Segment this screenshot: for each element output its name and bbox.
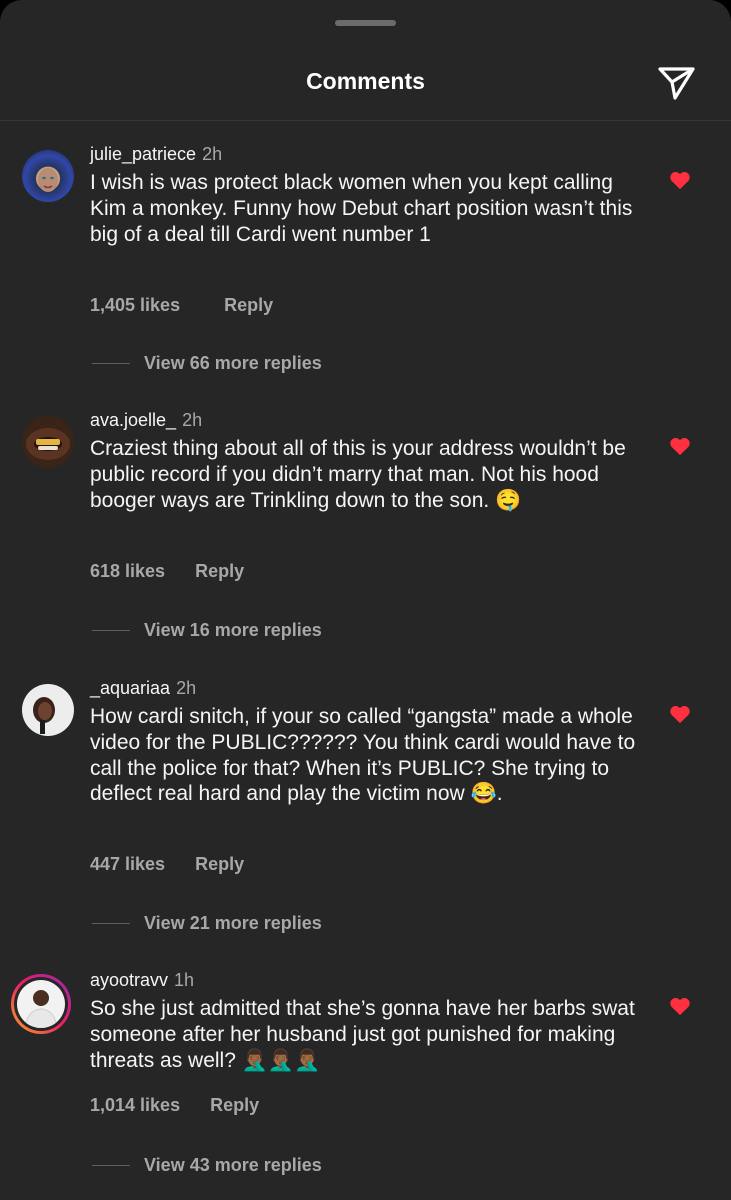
heart-icon[interactable] — [669, 704, 691, 724]
comment-emoji: 😂 — [470, 782, 497, 806]
avatar[interactable] — [11, 974, 71, 1034]
sheet-drag-handle[interactable] — [335, 20, 396, 26]
divider-line — [92, 923, 130, 924]
page-title: Comments — [306, 68, 425, 94]
comment-body: Craziest thing about all of this is your… — [90, 437, 626, 512]
view-replies-label: View 21 more replies — [144, 913, 322, 933]
comments-sheet: Comments julie_patriece 2h I wish is was … — [0, 0, 731, 1200]
comment-username[interactable]: ayootravv — [90, 970, 168, 990]
divider-line — [92, 630, 130, 631]
comment-time: 1h — [174, 970, 195, 990]
view-replies-button[interactable]: View 66 more replies — [92, 353, 322, 374]
view-replies-button[interactable]: View 16 more replies — [92, 620, 322, 641]
avatar[interactable] — [22, 416, 74, 468]
comment-text: How cardi snitch, if your so called “gan… — [90, 704, 645, 807]
avatar-image — [33, 697, 55, 734]
comment-time: 2h — [182, 410, 203, 430]
comment-username[interactable]: julie_patriece — [90, 144, 196, 164]
avatar-photo — [17, 980, 65, 1028]
view-replies-label: View 16 more replies — [144, 620, 322, 640]
reply-button[interactable]: Reply — [210, 1095, 259, 1115]
like-count[interactable]: 618 likes — [90, 561, 165, 581]
like-count[interactable]: 447 likes — [90, 854, 165, 874]
comment-text-end: . — [496, 782, 503, 806]
comment-meta: _aquariaa 2h — [90, 678, 196, 699]
comment-actions: 618 likes Reply — [90, 561, 244, 582]
comments-header: Comments — [0, 40, 731, 121]
comment-actions: 1,405 likes Reply — [90, 295, 273, 316]
comment-time: 2h — [202, 144, 223, 164]
comment-text: I wish is was protect black women when y… — [90, 170, 645, 247]
comment-text: Craziest thing about all of this is your… — [90, 436, 645, 513]
comment-text: So she just admitted that she’s gonna ha… — [90, 996, 645, 1073]
comment-meta: ayootravv 1h — [90, 970, 194, 991]
comment-meta: ava.joelle_ 2h — [90, 410, 202, 431]
heart-icon[interactable] — [669, 170, 691, 190]
avatar-image — [24, 990, 58, 1028]
comment-body: How cardi snitch, if your so called “gan… — [90, 705, 636, 806]
comment-emoji: 🤤 — [495, 488, 522, 512]
comment-emoji: 🤦🏾‍♂️🤦🏾‍♂️🤦🏾‍♂️ — [241, 1048, 321, 1072]
view-replies-label: View 43 more replies — [144, 1155, 322, 1175]
avatar-image — [26, 428, 70, 460]
comment-username[interactable]: ava.joelle_ — [90, 410, 176, 430]
heart-icon[interactable] — [669, 436, 691, 456]
view-replies-label: View 66 more replies — [144, 353, 322, 373]
comment-body: I wish is was protect black women when y… — [90, 171, 633, 246]
avatar-image — [38, 168, 58, 192]
comment-meta: julie_patriece 2h — [90, 144, 222, 165]
paper-plane-icon[interactable] — [654, 60, 698, 104]
view-replies-button[interactable]: View 43 more replies — [92, 1155, 322, 1176]
like-count[interactable]: 1,014 likes — [90, 1095, 180, 1115]
comment-actions: 1,014 likes Reply — [90, 1095, 259, 1116]
avatar[interactable] — [22, 684, 74, 736]
heart-icon[interactable] — [669, 996, 691, 1016]
reply-button[interactable]: Reply — [224, 295, 273, 315]
comment-time: 2h — [176, 678, 197, 698]
avatar[interactable] — [22, 150, 74, 202]
view-replies-button[interactable]: View 21 more replies — [92, 913, 322, 934]
comment-body: So she just admitted that she’s gonna ha… — [90, 997, 635, 1072]
comment-username[interactable]: _aquariaa — [90, 678, 170, 698]
reply-button[interactable]: Reply — [195, 561, 244, 581]
reply-button[interactable]: Reply — [195, 854, 244, 874]
like-count[interactable]: 1,405 likes — [90, 295, 180, 315]
comment-actions: 447 likes Reply — [90, 854, 244, 875]
divider-line — [92, 363, 130, 364]
divider-line — [92, 1165, 130, 1166]
